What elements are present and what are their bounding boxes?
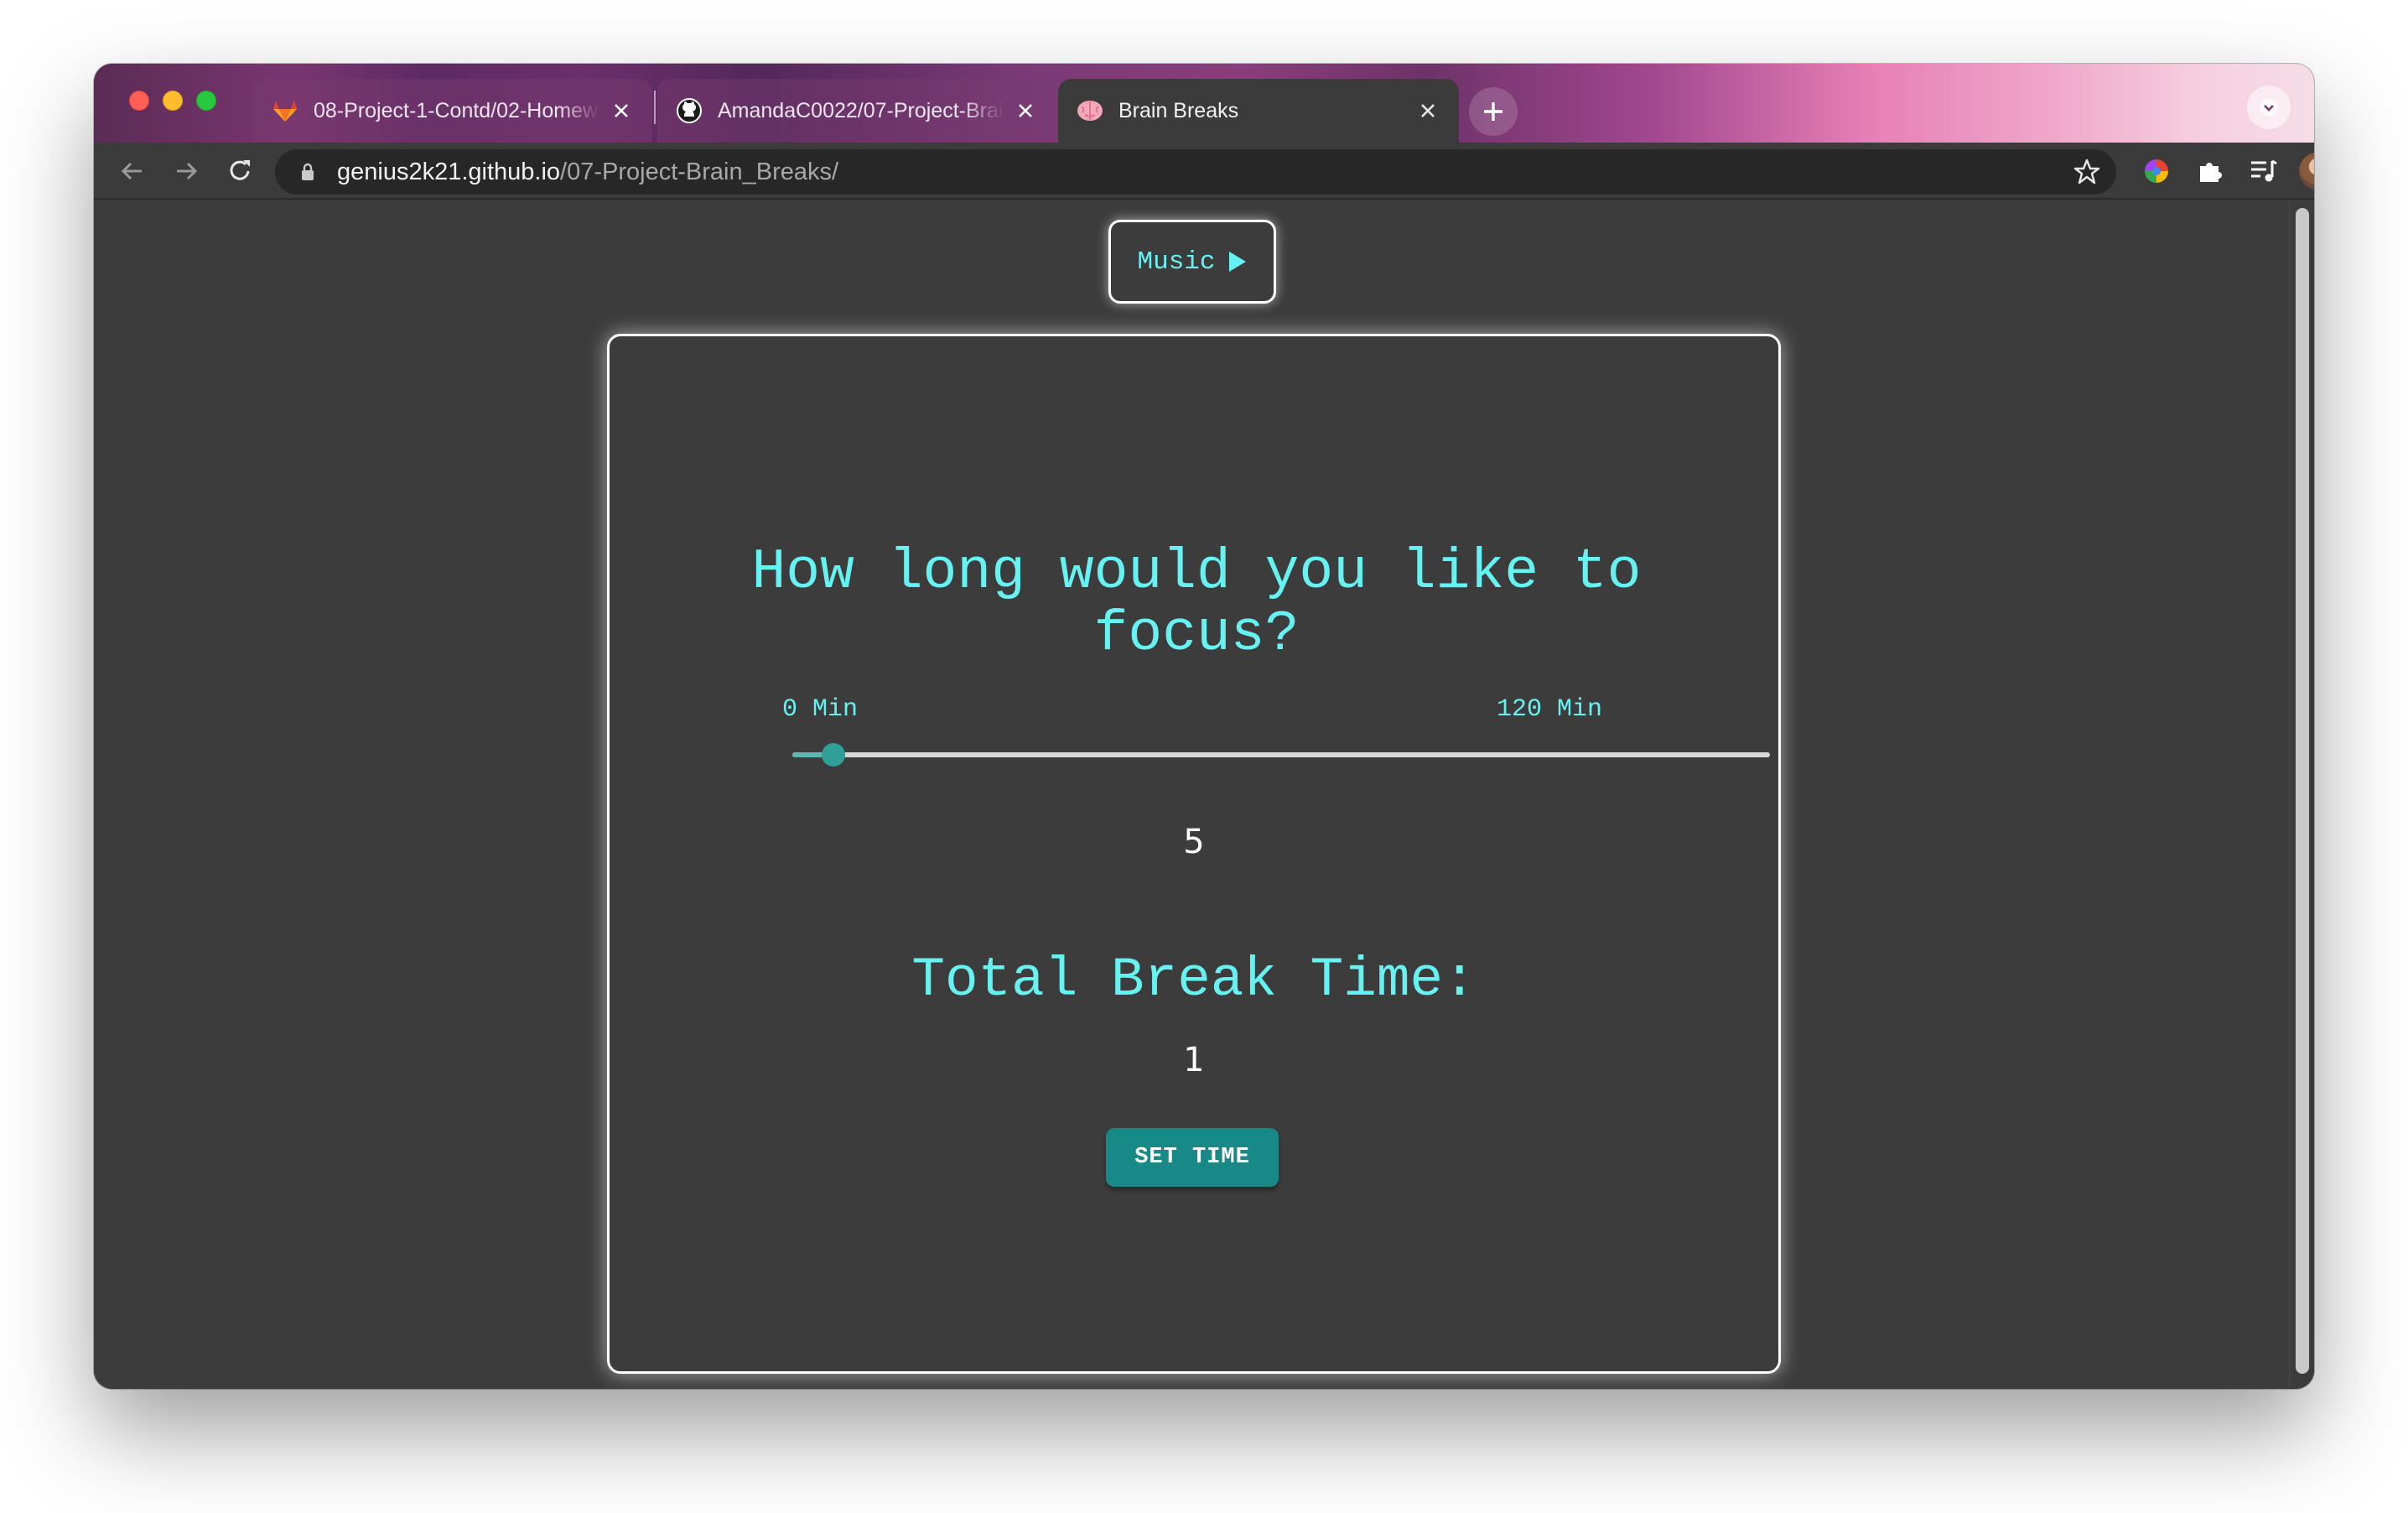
chevron-down-icon — [2260, 99, 2277, 116]
bookmark-star-icon[interactable] — [2073, 158, 2101, 186]
tab-title: AmandaC0022/07-Project-Brai — [718, 98, 1004, 122]
break-minutes-value: 1 — [1183, 1041, 1205, 1079]
close-window-button[interactable] — [129, 91, 149, 111]
tab-title: 08-Project-1-Contd/02-Homew — [314, 98, 599, 122]
page-scrollbar[interactable] — [2289, 201, 2314, 1389]
browser-window: 08-Project-1-Contd/02-Homew AmandaC0022/… — [94, 64, 2314, 1389]
media-queue-icon[interactable] — [2247, 154, 2281, 188]
slider-thumb[interactable] — [821, 743, 845, 767]
tab-strip: 08-Project-1-Contd/02-Homew AmandaC0022/… — [94, 64, 2314, 143]
focus-question-heading: How long would you like to focus? — [751, 540, 1642, 667]
color-extension-icon[interactable] — [2140, 154, 2173, 188]
music-label: Music — [1137, 247, 1216, 277]
range-min-label: 0 Min — [782, 695, 859, 724]
close-tab-icon[interactable] — [1013, 98, 1038, 123]
focus-duration-slider[interactable] — [792, 743, 1770, 767]
focus-minutes-value: 5 — [1183, 823, 1205, 861]
url-path: /07-Project-Brain_Breaks/ — [560, 158, 839, 185]
gitlab-icon — [272, 97, 298, 124]
extensions-puzzle-icon[interactable] — [2193, 154, 2227, 188]
arrow-right-icon — [177, 162, 198, 180]
total-break-time-heading: Total Break Time: — [911, 949, 1476, 1011]
tab-search-button[interactable] — [2247, 86, 2291, 129]
focus-timer-card: How long would you like to focus? 0 Min … — [607, 334, 1781, 1374]
tab-github-repo[interactable]: AmandaC0022/07-Project-Brai — [657, 79, 1056, 143]
tab-title: Brain Breaks — [1118, 98, 1239, 122]
tab-gitlab-homework[interactable]: 08-Project-1-Contd/02-Homew — [253, 79, 652, 143]
url-host: genius2k21.github.io — [337, 158, 561, 185]
plus-icon — [1484, 102, 1502, 121]
page-viewport: Music How long would you like to focus? … — [94, 201, 2314, 1389]
close-tab-icon[interactable] — [1415, 98, 1440, 123]
new-tab-button[interactable] — [1469, 87, 1518, 136]
reload-icon — [230, 160, 250, 180]
scrollbar-thumb[interactable] — [2296, 208, 2309, 1374]
play-icon — [1228, 252, 1246, 272]
reload-button[interactable] — [221, 153, 258, 190]
tab-brain-breaks[interactable]: Brain Breaks — [1058, 79, 1459, 143]
arrow-left-icon — [121, 162, 142, 180]
close-tab-icon[interactable] — [609, 98, 634, 123]
maximize-window-button[interactable] — [196, 91, 216, 111]
range-max-label: 120 Min — [1496, 695, 1602, 724]
music-button[interactable]: Music — [1108, 220, 1276, 304]
brain-icon — [1077, 97, 1103, 124]
lock-icon — [297, 161, 319, 183]
address-bar[interactable]: genius2k21.github.io/07-Project-Brain_Br… — [275, 149, 2116, 195]
back-button[interactable] — [114, 153, 151, 190]
github-icon — [676, 97, 703, 124]
tab-separator — [654, 91, 656, 124]
minimize-window-button[interactable] — [163, 91, 183, 111]
set-time-button[interactable]: SET TIME — [1106, 1128, 1279, 1187]
browser-toolbar: genius2k21.github.io/07-Project-Brain_Br… — [94, 143, 2314, 200]
forward-button[interactable] — [168, 153, 205, 190]
profile-avatar[interactable] — [2299, 153, 2314, 190]
